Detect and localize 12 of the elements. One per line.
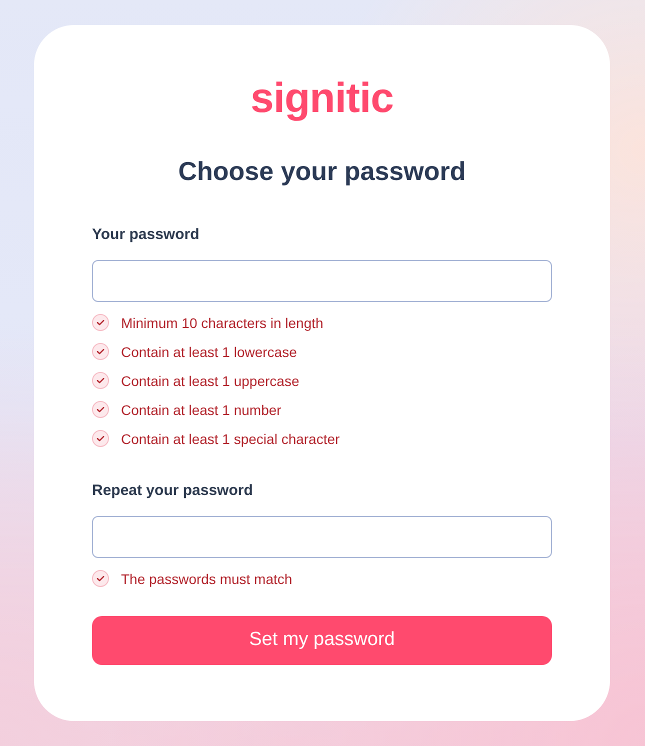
field-label: Repeat your password (92, 481, 253, 501)
password-field[interactable] (92, 260, 552, 302)
requirement-text: The passwords must match (121, 570, 292, 588)
password-field[interactable] (92, 516, 552, 558)
requirement-text: Minimum 10 characters in length (121, 314, 324, 332)
page-title: Choose your password (178, 155, 466, 187)
requirement-text: Contain at least 1 lowercase (121, 342, 297, 360)
requirement-text: Contain at least 1 uppercase (121, 372, 300, 390)
requirement-text: Contain at least 1 special character (121, 430, 340, 448)
requirement-text: Contain at least 1 number (121, 400, 282, 418)
set-password-button[interactable]: Set my password (92, 616, 552, 665)
field-label: Your password (92, 225, 200, 245)
